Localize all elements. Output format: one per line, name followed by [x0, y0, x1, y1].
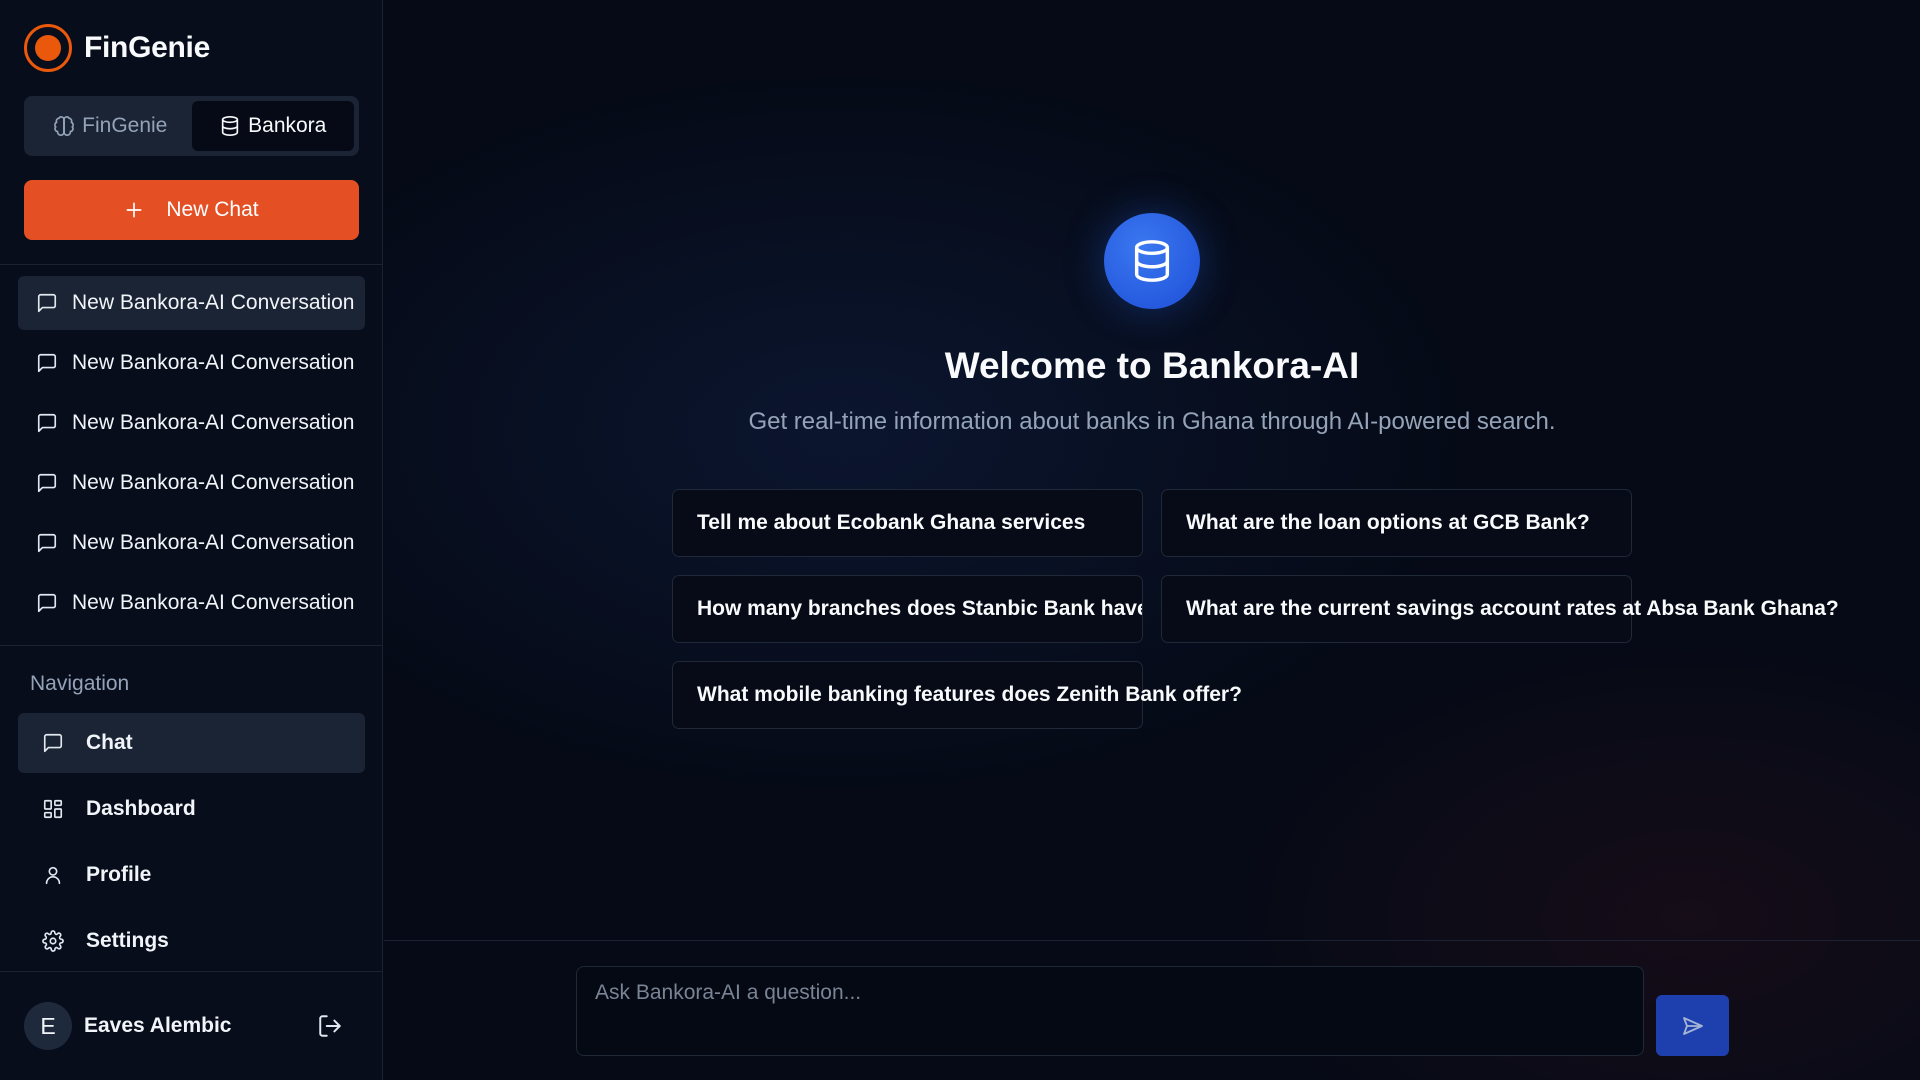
nav-item-settings[interactable]: Settings: [18, 911, 365, 971]
conversation-label: New Bankora-AI Conversation: [72, 471, 355, 494]
user-icon: [45, 866, 61, 885]
suggestion-label: What are the current savings account rat…: [1186, 597, 1839, 620]
suggestion-label: What are the loan options at GCB Bank?: [1186, 511, 1590, 534]
conversation-label: New Bankora-AI Conversation: [72, 591, 355, 614]
suggestion-button[interactable]: How many branches does Stanbic Bank have…: [672, 575, 1143, 643]
nav-item-chat[interactable]: Chat: [18, 713, 365, 773]
toggle-fingenie-label: FinGenie: [82, 114, 168, 137]
brand-name: FinGenie: [84, 31, 210, 64]
divider: [0, 264, 383, 265]
conversation-list: New Bankora-AI Conversation New Bankora-…: [18, 276, 365, 636]
toggle-bankora[interactable]: Bankora: [191, 101, 354, 151]
avatar[interactable]: E: [24, 1002, 72, 1050]
navigation-menu: Chat Dashboard Profile Settings: [18, 713, 365, 977]
database-icon: [221, 116, 239, 136]
send-icon: [1682, 1016, 1703, 1035]
message-square-icon: [37, 533, 57, 553]
conversation-label: New Bankora-AI Conversation: [72, 531, 355, 554]
message-square-icon: [37, 593, 57, 613]
conversation-item[interactable]: New Bankora-AI Conversation: [18, 336, 365, 390]
message-square-icon: [37, 413, 57, 433]
main-panel: Welcome to Bankora-AI Get real-time info…: [384, 0, 1920, 1080]
brand[interactable]: FinGenie: [24, 24, 210, 72]
suggestion-label: What mobile banking features does Zenith…: [697, 683, 1242, 706]
layout-grid-icon: [43, 799, 63, 819]
brain-icon: [54, 116, 75, 137]
suggestion-label: How many branches does Stanbic Bank have…: [697, 597, 1142, 620]
nav-item-dashboard[interactable]: Dashboard: [18, 779, 365, 839]
logo-icon: [24, 24, 72, 72]
message-square-icon: [43, 733, 63, 753]
chat-input[interactable]: [576, 966, 1644, 1056]
suggestion-button[interactable]: Tell me about Ecobank Ghana services: [672, 489, 1143, 557]
conversation-item[interactable]: New Bankora-AI Conversation: [18, 456, 365, 510]
mode-toggle: FinGenie Bankora: [24, 96, 359, 156]
user-name: Eaves Alembic: [84, 1014, 232, 1037]
toggle-bankora-label: Bankora: [248, 114, 327, 137]
divider: [384, 940, 1920, 941]
conversation-item[interactable]: New Bankora-AI Conversation: [18, 396, 365, 450]
logout-icon: [319, 1015, 341, 1037]
new-chat-button[interactable]: New Chat: [24, 180, 359, 240]
message-square-icon: [37, 293, 57, 313]
nav-item-profile[interactable]: Profile: [18, 845, 365, 905]
nav-item-label: Chat: [86, 731, 133, 754]
divider: [0, 971, 383, 972]
send-button[interactable]: [1656, 995, 1729, 1056]
conversation-label: New Bankora-AI Conversation: [72, 411, 355, 434]
user-profile: E Eaves Alembic: [24, 1002, 359, 1050]
message-square-icon: [37, 473, 57, 493]
new-chat-label: New Chat: [166, 198, 259, 221]
sidebar: FinGenie FinGenie Bankora New Chat New B…: [0, 0, 383, 1080]
conversation-item[interactable]: New Bankora-AI Conversation: [18, 516, 365, 570]
nav-item-label: Dashboard: [86, 797, 196, 820]
divider: [0, 645, 383, 646]
database-icon: [1104, 213, 1200, 309]
navigation-heading: Navigation: [30, 672, 130, 695]
message-square-icon: [37, 353, 57, 373]
conversation-item[interactable]: New Bankora-AI Conversation: [18, 576, 365, 630]
suggestion-button[interactable]: What mobile banking features does Zenith…: [672, 661, 1242, 729]
suggestion-button[interactable]: What are the current savings account rat…: [1161, 575, 1839, 643]
gear-icon: [42, 930, 64, 952]
conversation-label: New Bankora-AI Conversation: [72, 351, 355, 374]
welcome-title: Welcome to Bankora-AI: [944, 345, 1360, 386]
welcome-subtitle: Get real-time information about banks in…: [748, 408, 1556, 435]
suggestion-button[interactable]: What are the loan options at GCB Bank?: [1161, 489, 1632, 557]
nav-item-label: Settings: [86, 929, 169, 952]
conversation-item[interactable]: New Bankora-AI Conversation: [18, 276, 365, 330]
conversation-label: New Bankora-AI Conversation: [72, 291, 355, 314]
plus-icon: [126, 202, 142, 218]
nav-item-label: Profile: [86, 863, 152, 886]
logout-button[interactable]: [317, 1013, 343, 1044]
suggestion-label: Tell me about Ecobank Ghana services: [697, 511, 1086, 534]
toggle-fingenie[interactable]: FinGenie: [29, 101, 192, 151]
